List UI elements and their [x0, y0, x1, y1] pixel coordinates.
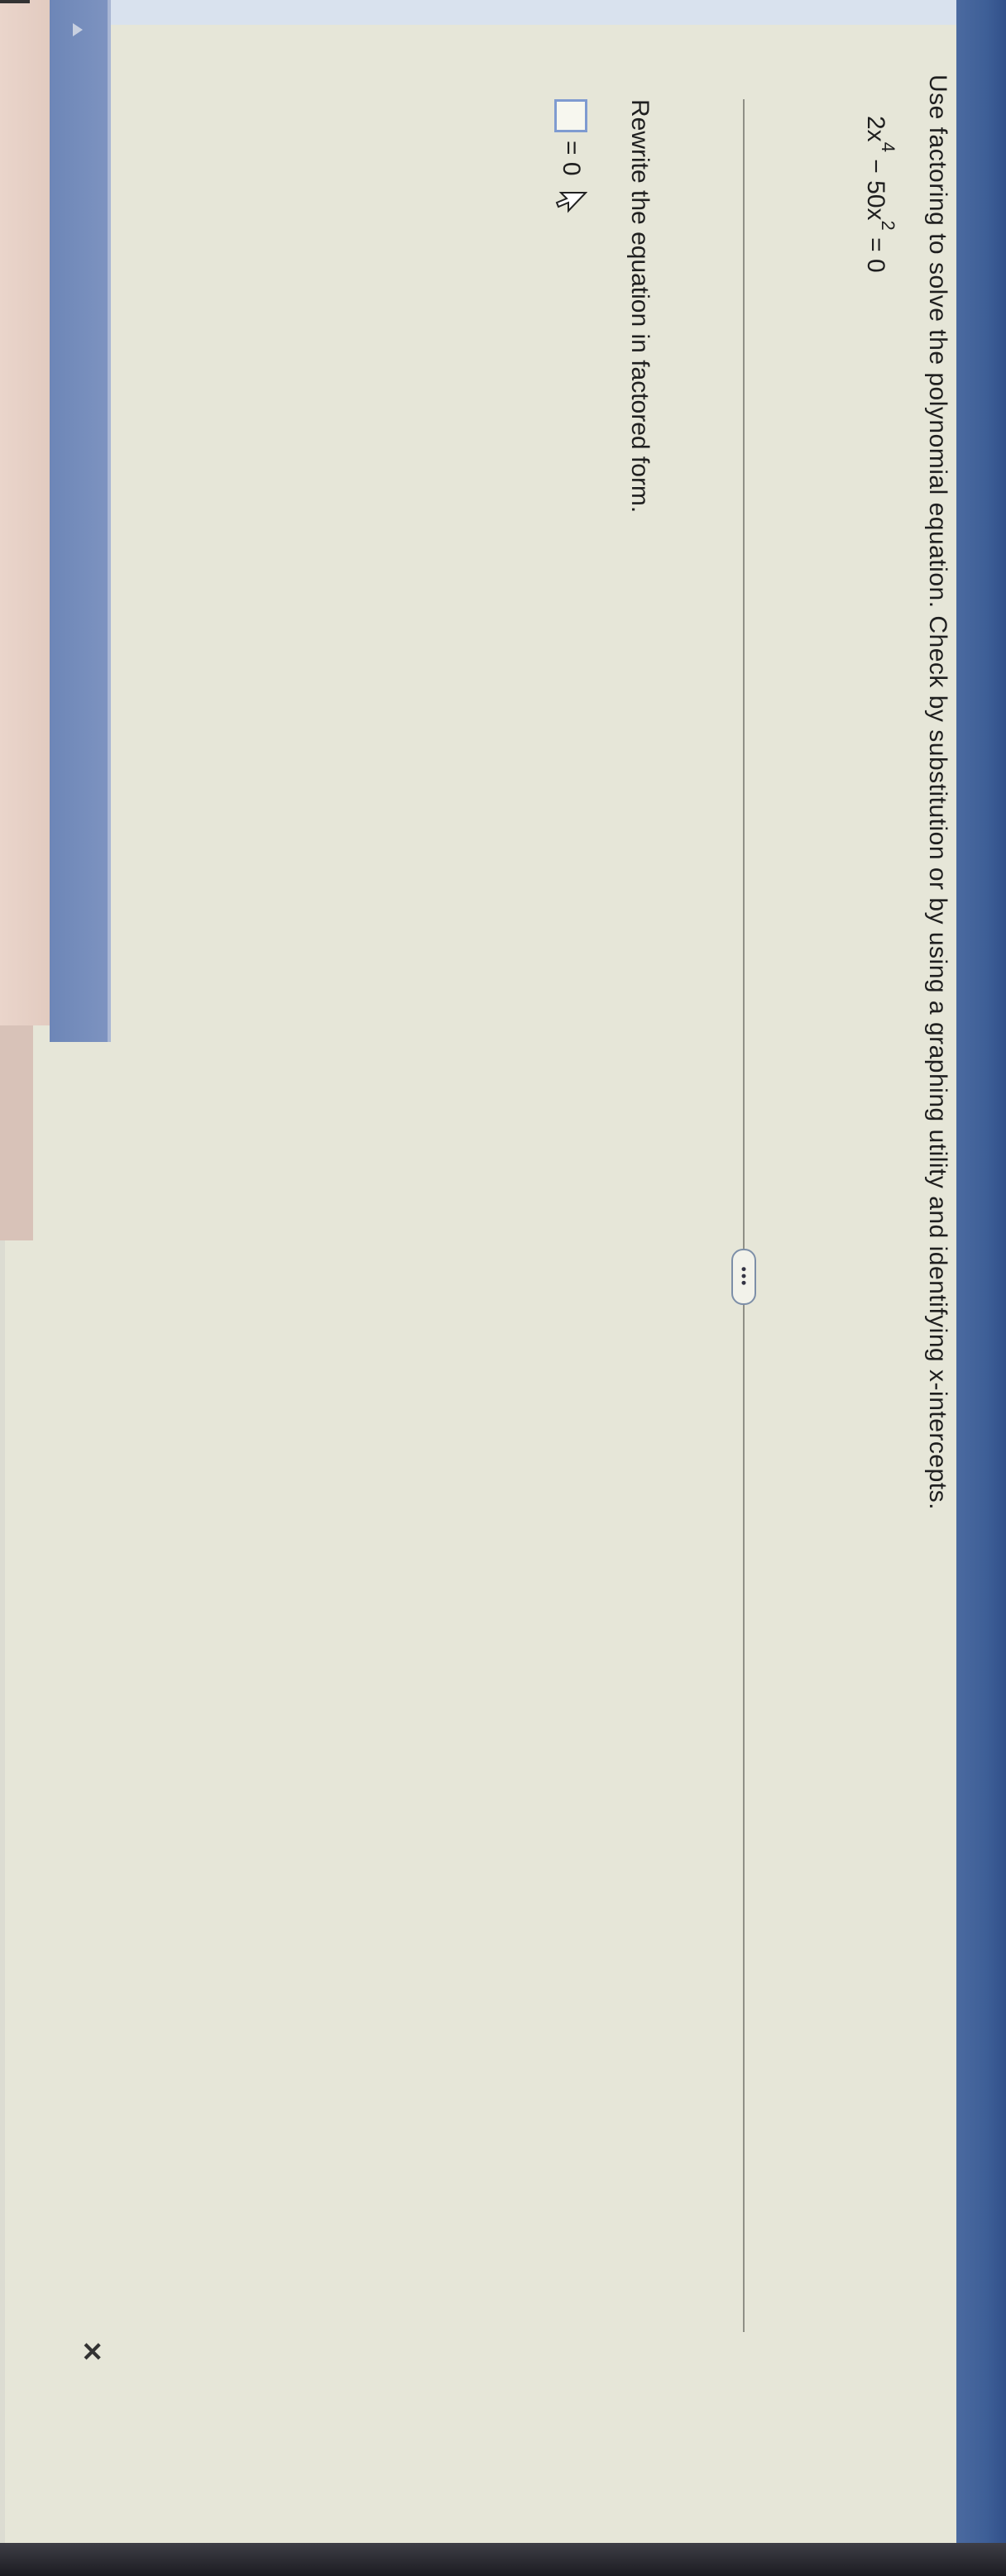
answer-row: = 0 [554, 99, 587, 214]
dash-mark [0, 0, 30, 3]
header-bar [0, 0, 50, 1025]
equation-term1-exponent: 4 [878, 141, 898, 152]
question-content: Use factoring to solve the polynomial eq… [58, 0, 951, 2398]
more-button-label: ••• [735, 1266, 753, 1288]
close-icon[interactable]: ✕ [76, 2340, 108, 2363]
answer-input[interactable] [554, 99, 587, 132]
equation-term1: 2x [862, 116, 889, 142]
section-divider [743, 99, 745, 2332]
equation-term2-exponent: 2 [878, 220, 898, 231]
bottom-bezel [0, 2543, 1006, 2576]
answer-rhs: = 0 [558, 141, 585, 176]
question-prompt: Use factoring to solve the polynomial eq… [924, 74, 951, 1510]
more-button[interactable]: ••• [731, 1249, 756, 1305]
polynomial-equation: 2x4 − 50x2 = 0 [861, 116, 898, 273]
equation-rhs: = 0 [862, 237, 889, 273]
pointer-cursor-icon [555, 191, 587, 213]
rotated-stage: Use factoring to solve the polynomial eq… [58, 0, 951, 2398]
screen-bezel [956, 0, 1006, 2547]
step-instruction: Rewrite the equation in factored form. [626, 99, 654, 514]
equation-term2: − 50x [862, 159, 889, 221]
